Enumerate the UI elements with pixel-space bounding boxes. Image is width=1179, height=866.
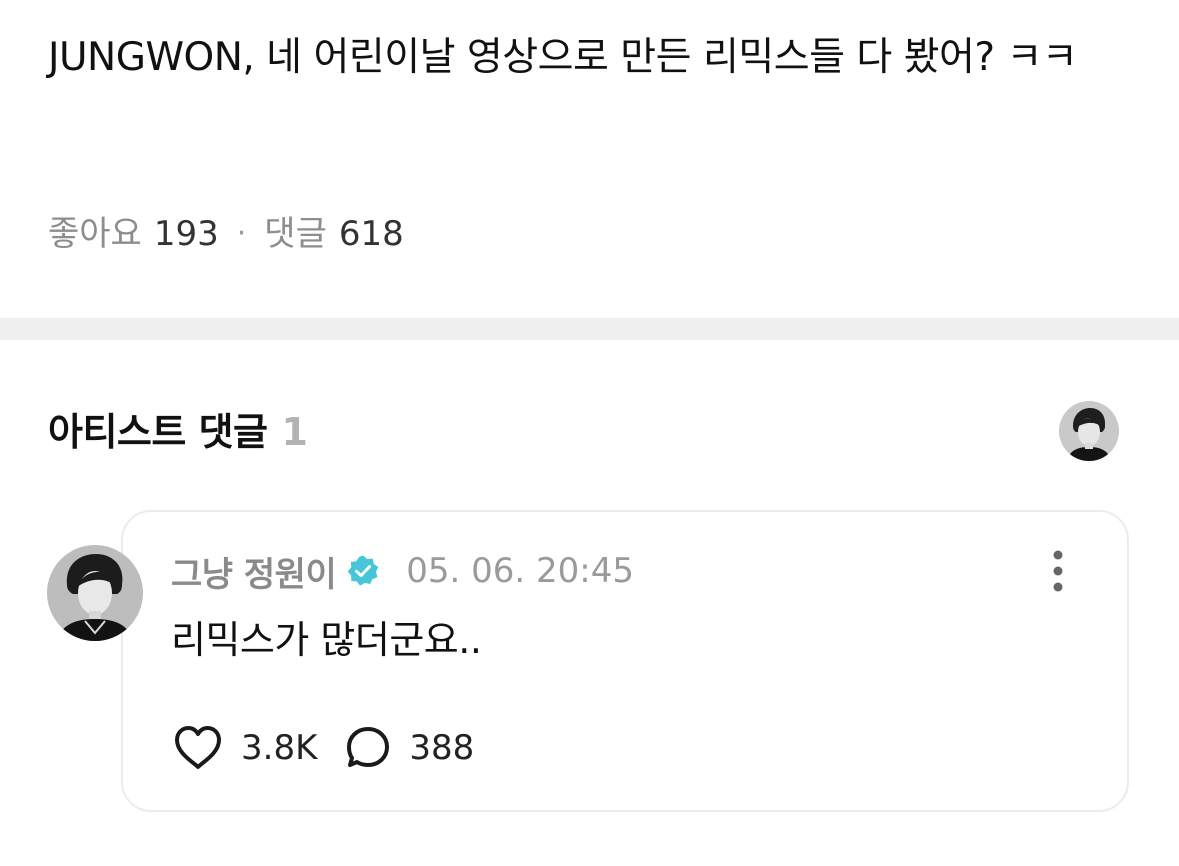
more-vertical-icon[interactable] [1047, 550, 1069, 592]
post-text: JUNGWON, 네 어린이날 영상으로 만든 리믹스들 다 봤어? ㅋㅋ [48, 35, 1078, 80]
comment-actions: 3.8K 388 [173, 722, 474, 774]
reply-count[interactable]: 388 [409, 728, 474, 768]
post: JUNGWON, 네 어린이날 영상으로 만든 리믹스들 다 봤어? ㅋㅋ 좋아… [0, 0, 1179, 318]
comment-author-name[interactable]: 그냥 정원이 [171, 547, 337, 596]
artist-comments-title: 아티스트 댓글 [48, 410, 268, 454]
likes-label[interactable]: 좋아요 [48, 211, 142, 257]
stats-separator: · [236, 216, 247, 251]
artist-comments-header: 아티스트 댓글 1 [48, 404, 308, 460]
verified-badge-icon [346, 554, 380, 588]
artist-avatar-icon[interactable] [1059, 401, 1119, 461]
speech-bubble-icon[interactable] [345, 725, 391, 771]
comments-label[interactable]: 댓글 [264, 211, 327, 257]
artist-comments-count: 1 [281, 410, 308, 454]
comment-author-avatar-icon[interactable] [47, 545, 143, 641]
likes-count[interactable]: 193 [154, 211, 219, 257]
heart-icon[interactable] [173, 725, 223, 771]
post-stats: 좋아요 193 · 댓글 618 [48, 211, 404, 257]
comment-timestamp: 05. 06. 20:45 [406, 551, 634, 591]
comment-header: 그냥 정원이 05. 06. 20:45 [171, 546, 634, 596]
section-divider [0, 318, 1179, 340]
comment-text: 리믹스가 많더군요.. [171, 618, 482, 662]
comments-count[interactable]: 618 [339, 211, 404, 257]
like-count[interactable]: 3.8K [241, 728, 317, 768]
